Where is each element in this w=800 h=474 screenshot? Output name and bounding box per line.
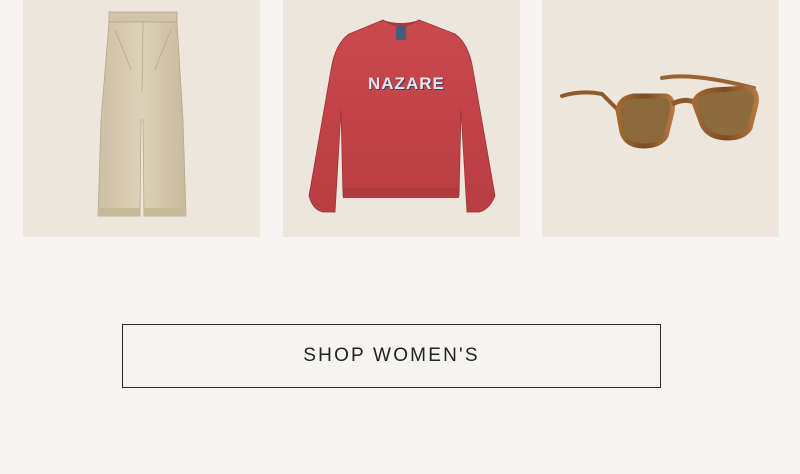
pants-product-image[interactable]	[23, 0, 260, 237]
sweatshirt-icon	[308, 19, 496, 213]
sweatshirt-product-image[interactable]: NAZARE	[283, 0, 520, 237]
trousers-icon	[97, 11, 187, 217]
sweatshirt-print-text: NAZARE	[368, 74, 445, 93]
sunglasses-icon	[560, 74, 759, 149]
shop-womens-button[interactable]: SHOP WOMEN'S	[122, 324, 661, 388]
sunglasses-product-image[interactable]	[542, 0, 779, 237]
